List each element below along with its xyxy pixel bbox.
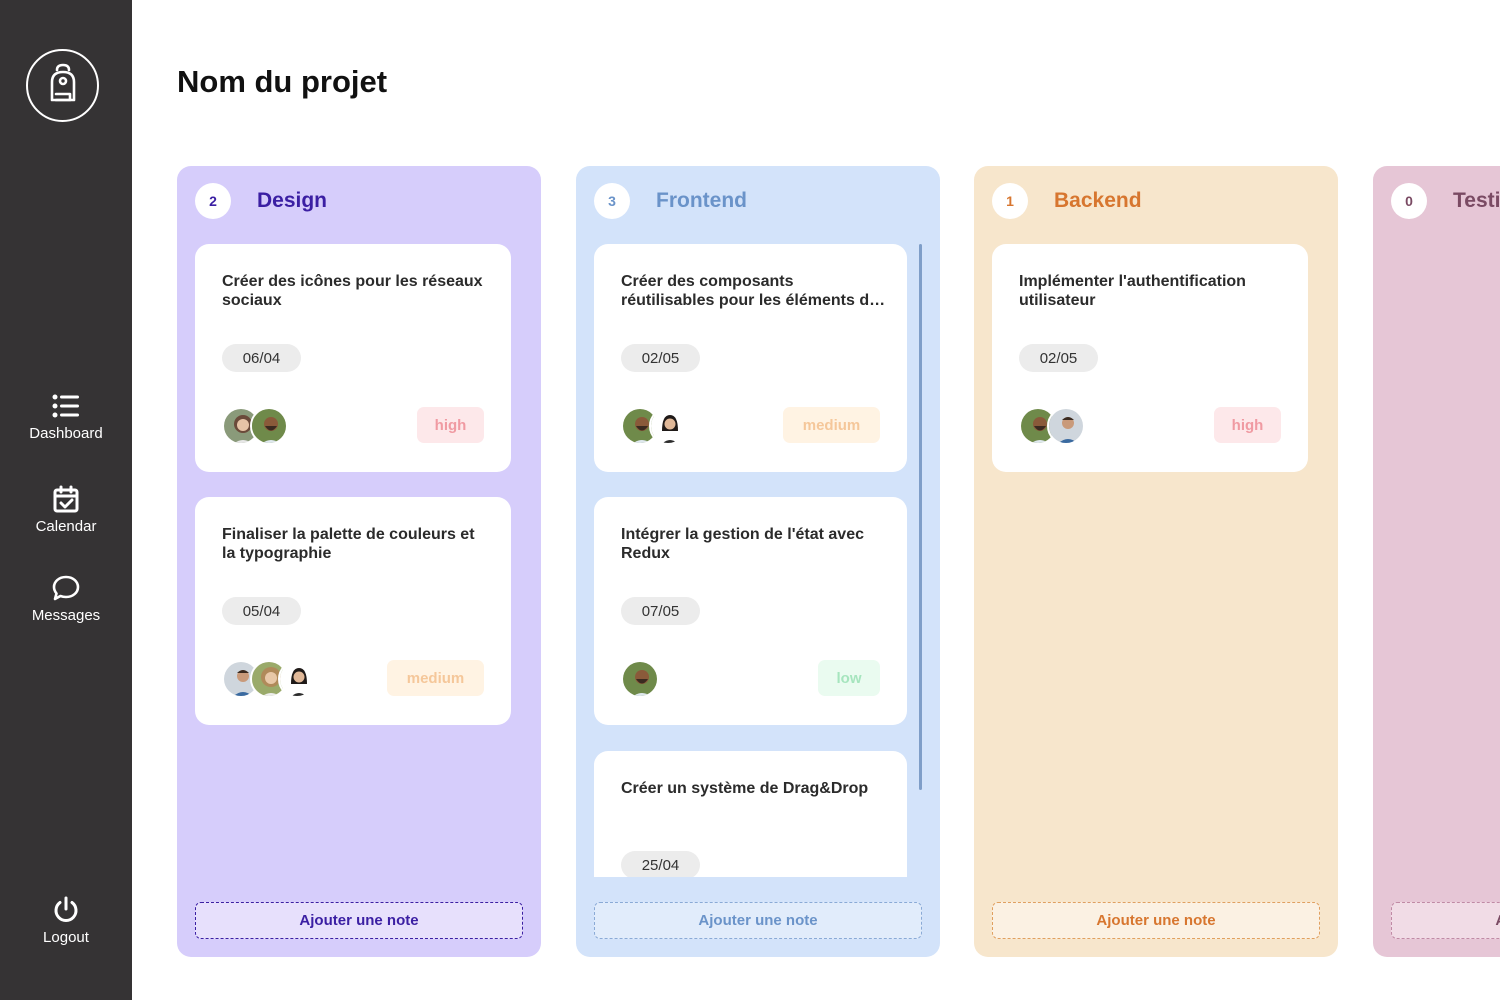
priority-badge: high: [1214, 407, 1281, 443]
column-backend: 1 Backend Implémenter l'authentification…: [974, 166, 1338, 957]
task-title: Implémenter l'authentification utilisate…: [1019, 273, 1246, 309]
card-list: Créer des composants réutilisables pour …: [594, 244, 910, 877]
task-title: Créer des icônes pour les réseaux sociau…: [222, 273, 483, 309]
task-due-date: 07/05: [621, 597, 700, 625]
task-title: Créer des composants réutilisables pour …: [621, 273, 878, 309]
task-card[interactable]: Créer un système de Drag&Drop 25/04: [594, 751, 907, 877]
sidebar-item-label: Calendar: [35, 518, 97, 535]
assignee-avatars: [1019, 407, 1085, 445]
sidebar-item-calendar[interactable]: Calendar: [0, 484, 132, 535]
column-header: 2 Design: [195, 183, 327, 219]
task-due-date: 02/05: [1019, 344, 1098, 372]
list-icon: [51, 391, 81, 421]
power-icon: [51, 895, 81, 925]
chat-bubble-icon: [51, 573, 81, 603]
task-card[interactable]: Implémenter l'authentification utilisate…: [992, 244, 1308, 472]
column-frontend: 3 Frontend Créer des composants réutilis…: [576, 166, 940, 957]
column-design: 2 Design Créer des icônes pour les résea…: [177, 166, 541, 957]
add-note-button[interactable]: Ajouter une note: [992, 902, 1320, 939]
avatar[interactable]: [1047, 407, 1085, 445]
priority-badge: low: [818, 660, 880, 696]
avatar[interactable]: [278, 660, 316, 698]
column-header: 1 Backend: [992, 183, 1142, 219]
add-note-button[interactable]: Ajouter une note: [594, 902, 922, 939]
task-card[interactable]: Créer des icônes pour les réseaux sociau…: [195, 244, 511, 472]
add-note-button[interactable]: Ajouter une note: [1391, 902, 1500, 939]
column-title: Backend: [1054, 189, 1142, 212]
avatar[interactable]: [649, 407, 687, 445]
task-title: Finaliser la palette de couleurs et la t…: [222, 526, 475, 562]
assignee-avatars: [222, 660, 316, 698]
sidebar-item-label: Dashboard: [29, 425, 103, 442]
logout-label: Logout: [43, 929, 89, 946]
column-count-badge: 2: [195, 183, 231, 219]
sidebar-item-label: Messages: [31, 607, 101, 624]
card-list-scrollbar[interactable]: [919, 244, 922, 790]
kanban-board: 2 Design Créer des icônes pour les résea…: [132, 0, 1500, 1000]
card-list: Créer des icônes pour les réseaux sociau…: [195, 244, 511, 877]
column-count-badge: 0: [1391, 183, 1427, 219]
priority-badge: high: [417, 407, 484, 443]
card-list: Implémenter l'authentification utilisate…: [992, 244, 1308, 877]
assignee-avatars: [621, 660, 659, 698]
column-count-badge: 3: [594, 183, 630, 219]
column-testing: 0 Testing Ajouter une note: [1373, 166, 1500, 957]
task-due-date: 06/04: [222, 344, 301, 372]
task-title: Créer un système de Drag&Drop: [621, 780, 869, 797]
app-logo[interactable]: [26, 49, 99, 122]
priority-badge: medium: [783, 407, 880, 443]
assignee-avatars: [222, 407, 288, 445]
task-card[interactable]: Créer des composants réutilisables pour …: [594, 244, 907, 472]
column-count-badge: 1: [992, 183, 1028, 219]
logout-button[interactable]: Logout: [0, 895, 132, 946]
task-due-date: 05/04: [222, 597, 301, 625]
backpack-icon: [40, 60, 86, 111]
column-header: 3 Frontend: [594, 183, 747, 219]
sidebar-item-dashboard[interactable]: Dashboard: [0, 391, 132, 442]
task-due-date: 25/04: [621, 851, 700, 877]
calendar-check-icon: [51, 484, 81, 514]
column-title: Testing: [1453, 189, 1500, 212]
column-title: Frontend: [656, 189, 747, 212]
column-title: Design: [257, 189, 328, 212]
add-note-button[interactable]: Ajouter une note: [195, 902, 523, 939]
column-header: 0 Testing: [1391, 183, 1500, 219]
assignee-avatars: [621, 407, 687, 445]
task-card[interactable]: Finaliser la palette de couleurs et la t…: [195, 497, 511, 725]
task-due-date: 02/05: [621, 344, 700, 372]
priority-badge: medium: [387, 660, 484, 696]
sidebar: Dashboard Calendar Messages Logout: [0, 0, 132, 1000]
task-card[interactable]: Intégrer la gestion de l'état avec Redux…: [594, 497, 907, 725]
avatar[interactable]: [621, 660, 659, 698]
avatar[interactable]: [250, 407, 288, 445]
sidebar-item-messages[interactable]: Messages: [0, 573, 132, 624]
task-title: Intégrer la gestion de l'état avec Redux: [621, 526, 864, 562]
